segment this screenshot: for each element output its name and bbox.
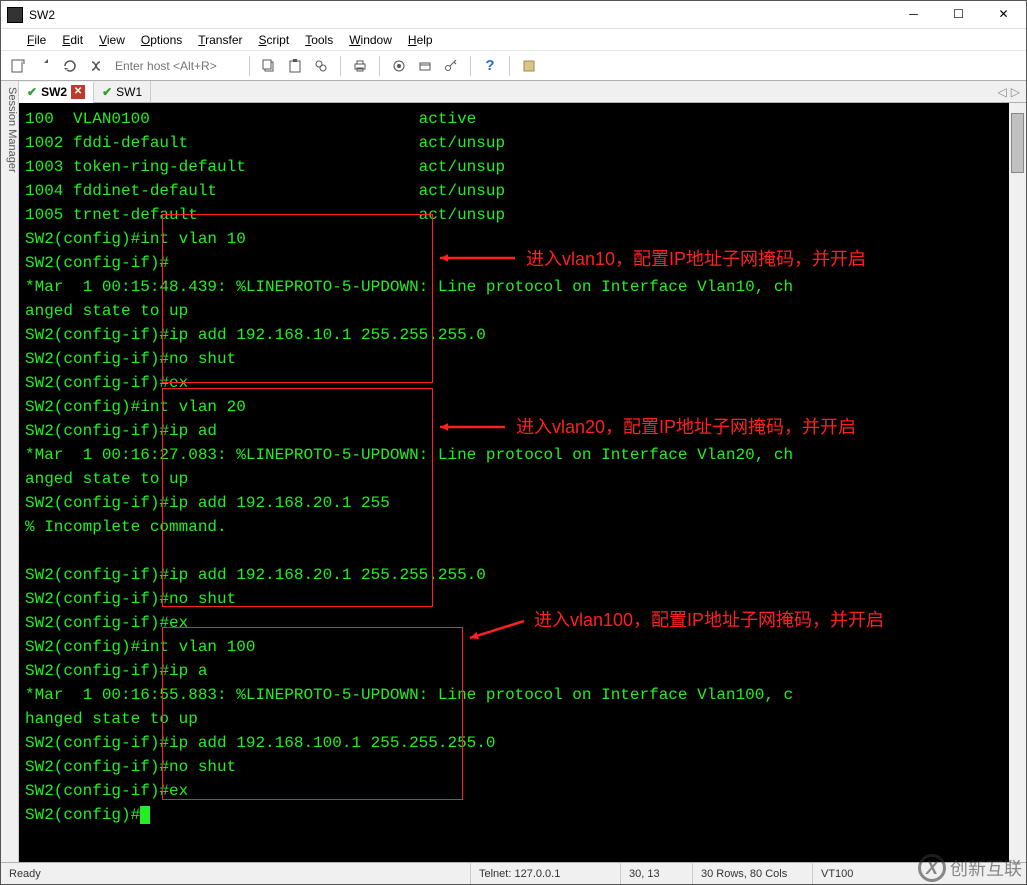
help-icon[interactable]: ?: [479, 55, 501, 77]
close-tab-icon[interactable]: ✕: [71, 85, 85, 99]
terminal-line: anged state to up: [25, 467, 1026, 491]
terminal-line: 1004 fddinet-default act/unsup: [25, 179, 1026, 203]
scrollbar-thumb[interactable]: [1011, 113, 1024, 173]
status-connection: Telnet: 127.0.0.1: [471, 863, 621, 884]
menu-window[interactable]: Window: [341, 31, 400, 49]
terminal-scrollbar[interactable]: [1009, 103, 1026, 862]
print-icon[interactable]: [349, 55, 371, 77]
session-tab-sw1[interactable]: ✔ SW1: [94, 81, 151, 103]
quick-connect-icon[interactable]: [33, 55, 55, 77]
terminal-line: SW2(config-if)#ip add 192.168.10.1 255.2…: [25, 323, 1026, 347]
terminal-line: 1003 token-ring-default act/unsup: [25, 155, 1026, 179]
terminal-line: 100 VLAN0100 active: [25, 107, 1026, 131]
connected-icon: ✔: [102, 85, 112, 99]
terminal-line: [25, 539, 1026, 563]
session-options-icon[interactable]: [414, 55, 436, 77]
menu-view[interactable]: View: [91, 31, 133, 49]
session-tab-sw2[interactable]: ✔ SW2 ✕: [19, 82, 94, 104]
menu-edit[interactable]: Edit: [54, 31, 91, 49]
tab-label: SW1: [116, 85, 142, 99]
close-button[interactable]: ✕: [981, 1, 1026, 29]
menu-tools[interactable]: Tools: [297, 31, 341, 49]
reconnect-icon[interactable]: [59, 55, 81, 77]
new-session-icon[interactable]: [7, 55, 29, 77]
terminal-line: SW2(config-if)#ex: [25, 779, 1026, 803]
status-emulation: VT100: [813, 863, 883, 884]
terminal-line: SW2(config-if)#ex: [25, 371, 1026, 395]
annotation-label: 进入vlan10，配置IP地址子网掩码，并开启: [526, 247, 866, 271]
terminal-line: SW2(config)#int vlan 100: [25, 635, 1026, 659]
terminal-line: *Mar 1 00:16:27.083: %LINEPROTO-5-UPDOWN…: [25, 443, 1026, 467]
settings-icon[interactable]: [388, 55, 410, 77]
disconnect-icon[interactable]: [85, 55, 107, 77]
script-icon[interactable]: [518, 55, 540, 77]
menu-script[interactable]: Script: [251, 31, 298, 49]
status-cursor-position: 30, 13: [621, 863, 693, 884]
connected-icon: ✔: [27, 85, 37, 99]
terminal-line: SW2(config)#: [25, 803, 1026, 827]
menu-file[interactable]: File: [19, 31, 54, 49]
tab-label: SW2: [41, 85, 67, 99]
minimize-button[interactable]: ─: [891, 1, 936, 29]
terminal-line: % Incomplete command.: [25, 515, 1026, 539]
scroll-tabs-left-icon[interactable]: ◁: [998, 85, 1007, 99]
window-title: SW2: [29, 8, 55, 22]
maximize-button[interactable]: ☐: [936, 1, 981, 29]
annotation-label: 进入vlan100，配置IP地址子网掩码，并开启: [534, 608, 884, 632]
terminal-line: SW2(config-if)#ip add 192.168.20.1 255: [25, 491, 1026, 515]
menu-options[interactable]: Options: [133, 31, 190, 49]
terminal-line: SW2(config-if)#ip add 192.168.20.1 255.2…: [25, 563, 1026, 587]
status-bar: Ready Telnet: 127.0.0.1 30, 13 30 Rows, …: [1, 862, 1026, 884]
annotation-label: 进入vlan20，配置IP地址子网掩码，并开启: [516, 415, 856, 439]
terminal-line: *Mar 1 00:15:48.439: %LINEPROTO-5-UPDOWN…: [25, 275, 1026, 299]
title-bar: SW2 ─ ☐ ✕: [1, 1, 1026, 29]
status-ready: Ready: [1, 863, 471, 884]
terminal-line: SW2(config-if)#ip a: [25, 659, 1026, 683]
terminal-line: 1002 fddi-default act/unsup: [25, 131, 1026, 155]
terminal-line: SW2(config-if)#ip add 192.168.100.1 255.…: [25, 731, 1026, 755]
terminal-line: anged state to up: [25, 299, 1026, 323]
paste-icon[interactable]: [284, 55, 306, 77]
menu-transfer[interactable]: Transfer: [190, 31, 250, 49]
terminal-line: *Mar 1 00:16:55.883: %LINEPROTO-5-UPDOWN…: [25, 683, 1026, 707]
scroll-tabs-right-icon[interactable]: ▷: [1011, 85, 1020, 99]
menu-help[interactable]: Help: [400, 31, 441, 49]
terminal-line: 1005 trnet-default act/unsup: [25, 203, 1026, 227]
key-icon[interactable]: [440, 55, 462, 77]
host-input[interactable]: [111, 56, 241, 76]
terminal[interactable]: 100 VLAN0100 active1002 fddi-default act…: [19, 103, 1026, 862]
app-icon: [7, 7, 23, 23]
find-icon[interactable]: [310, 55, 332, 77]
terminal-line: SW2(config-if)#no shut: [25, 347, 1026, 371]
copy-icon[interactable]: [258, 55, 280, 77]
session-manager-panel[interactable]: Session Manager: [1, 81, 19, 862]
session-tabs: ✔ SW2 ✕✔ SW1 ◁ ▷: [19, 81, 1026, 103]
terminal-line: hanged state to up: [25, 707, 1026, 731]
terminal-line: SW2(config-if)#no shut: [25, 755, 1026, 779]
menu-bar: FileEditViewOptionsTransferScriptToolsWi…: [1, 29, 1026, 51]
toolbar: ?: [1, 51, 1026, 81]
watermark: X创新互联: [918, 854, 1022, 882]
status-size: 30 Rows, 80 Cols: [693, 863, 813, 884]
